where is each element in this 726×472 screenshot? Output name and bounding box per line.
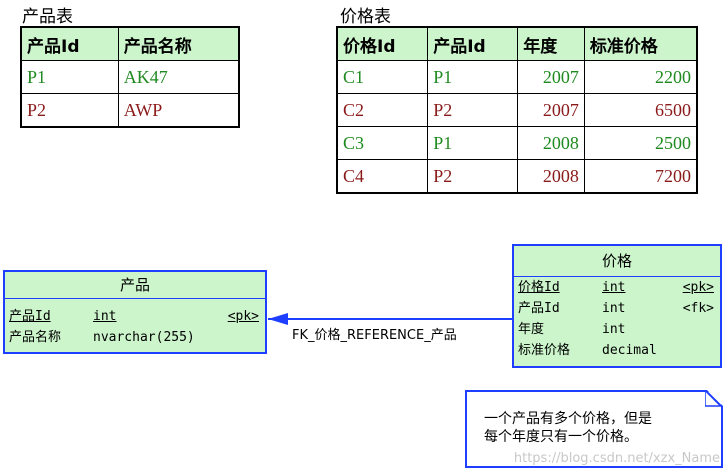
field-name: 价格Id — [518, 280, 560, 295]
field-key: <fk> — [682, 301, 714, 316]
note-line: 一个产品有多个价格，但是 — [484, 411, 652, 427]
table-row: C3 P1 2008 2500 — [336, 126, 698, 160]
field-type: int — [602, 280, 626, 295]
table-row: C2 P2 2007 6500 — [336, 93, 698, 127]
watermark: https://blog.csdn.net/xzx_Name — [513, 451, 720, 466]
table-cell: P1 — [427, 60, 519, 94]
entity-field-row: 产品Id int <fk> — [514, 298, 720, 319]
field-key: <pk> — [682, 280, 714, 295]
table-row: C1 P1 2007 2200 — [336, 60, 698, 94]
entity-title: 价格 — [514, 246, 720, 277]
field-type: nvarchar(255) — [93, 330, 195, 345]
field-name: 年度 — [518, 322, 545, 337]
table-cell: C4 — [336, 159, 429, 194]
table-cell: 2008 — [517, 159, 585, 194]
table-cell: C2 — [336, 93, 429, 127]
table-cell: 6500 — [583, 93, 698, 127]
table-header-row: 价格Id 产品Id 年度 标准价格 — [336, 26, 698, 61]
note-text: 一个产品有多个价格，但是 每个年度只有一个价格。 — [484, 410, 704, 446]
entity-price[interactable]: 价格 价格Id int <pk> 产品Id int <fk> 年度 int 标准… — [512, 244, 722, 368]
table-cell: P2 — [427, 93, 519, 127]
field-name: 产品名称 — [9, 330, 62, 345]
entity-field-row: 年度 int — [514, 319, 720, 340]
product-table: 产品Id 产品名称 P1 AK47 P2 AWP — [20, 26, 240, 128]
relationship-line[interactable] — [268, 318, 512, 320]
column-header: 年度 — [517, 26, 585, 61]
field-name: 产品Id — [9, 309, 51, 324]
entity-field-row: 标准价格 decimal — [514, 340, 720, 361]
table-cell: 2500 — [583, 126, 698, 160]
arrowhead-icon — [268, 313, 288, 325]
table-header-row: 产品Id 产品名称 — [20, 26, 240, 61]
table-cell: 2008 — [517, 126, 585, 160]
column-header: 价格Id — [336, 26, 429, 61]
price-table: 价格Id 产品Id 年度 标准价格 C1 P1 2007 2200 C2 P2 … — [336, 26, 698, 194]
table-cell: 7200 — [583, 159, 698, 194]
column-header: 产品Id — [427, 26, 519, 61]
field-type: int — [602, 322, 626, 337]
table-row: P2 AWP — [20, 93, 240, 128]
field-key: <pk> — [227, 309, 259, 324]
field-name: 标准价格 — [518, 343, 571, 358]
entity-product[interactable]: 产品 产品Id int <pk> 产品名称 nvarchar(255) — [3, 270, 267, 354]
relationship-label: FK_价格_REFERENCE_产品 — [292, 328, 457, 343]
table-cell: P2 — [427, 159, 519, 194]
table-row: C4 P2 2008 7200 — [336, 159, 698, 194]
entity-field-row: 产品名称 nvarchar(255) — [5, 327, 265, 348]
table-cell: AK47 — [117, 60, 240, 94]
column-header: 产品名称 — [117, 26, 240, 61]
table-cell: C1 — [336, 60, 429, 94]
column-header: 产品Id — [20, 26, 119, 61]
field-type: int — [93, 309, 117, 324]
note-line: 每个年度只有一个价格。 — [484, 429, 638, 445]
table-cell: C3 — [336, 126, 429, 160]
table-cell: 2007 — [517, 60, 585, 94]
table-cell: AWP — [117, 93, 240, 128]
table-cell: 2200 — [583, 60, 698, 94]
column-header: 标准价格 — [583, 26, 698, 61]
table-cell: P1 — [427, 126, 519, 160]
field-type: decimal — [602, 343, 657, 358]
entity-field-row: 价格Id int <pk> — [514, 277, 720, 298]
price-table-caption: 价格表 — [340, 7, 391, 27]
table-cell: P2 — [20, 93, 119, 128]
product-table-caption: 产品表 — [22, 7, 73, 27]
field-type: int — [602, 301, 626, 316]
table-cell: 2007 — [517, 93, 585, 127]
entity-title: 产品 — [5, 272, 265, 299]
table-row: P1 AK47 — [20, 60, 240, 94]
field-name: 产品Id — [518, 301, 560, 316]
table-cell: P1 — [20, 60, 119, 94]
folded-corner-icon — [705, 390, 722, 407]
entity-field-row: 产品Id int <pk> — [5, 306, 265, 327]
